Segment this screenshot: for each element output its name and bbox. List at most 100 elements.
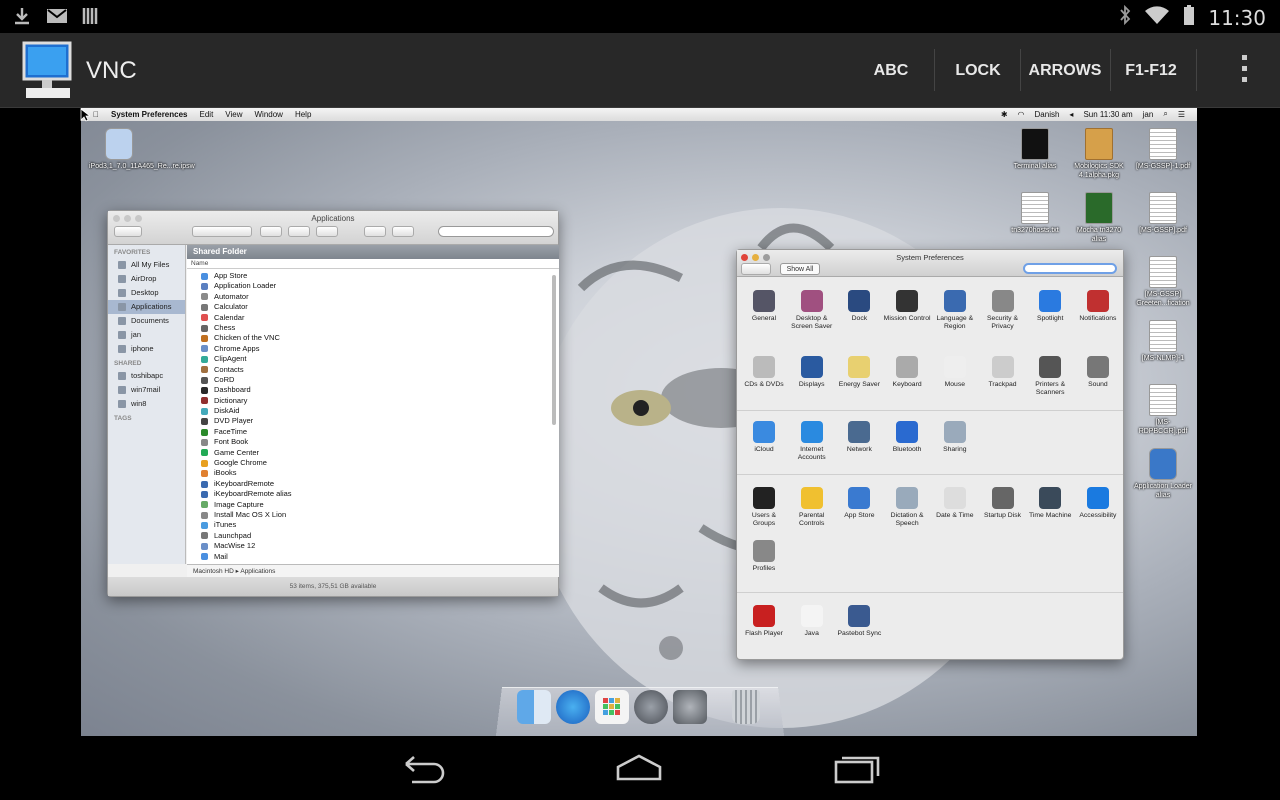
- pref-pane-row5-0[interactable]: Profiles: [740, 540, 788, 573]
- sidebar-item-airdrop[interactable]: AirDrop: [108, 272, 185, 286]
- pref-pane-row3-1[interactable]: Internet Accounts: [788, 421, 836, 462]
- view-mode-buttons[interactable]: [192, 226, 252, 237]
- tags-button[interactable]: [316, 226, 338, 237]
- pref-pane-row6-0[interactable]: Flash Player: [740, 605, 788, 638]
- pref-pane-row2-2[interactable]: Energy Saver: [835, 356, 883, 389]
- input-language[interactable]: Danish: [1035, 110, 1060, 119]
- desktop-icon-ms-gssp-pdf[interactable]: [MS-GSSP].pdf: [1133, 192, 1193, 235]
- sidebar-item-applications[interactable]: Applications: [108, 300, 185, 314]
- pref-pane-row4-4[interactable]: Date & Time: [931, 487, 979, 520]
- menu-window[interactable]: Window: [255, 110, 283, 119]
- file-list-item[interactable]: ClipAgent: [187, 354, 559, 364]
- desktop-icon-ms-nlmp[interactable]: [MS-NLMP]-1: [1133, 320, 1193, 363]
- desktop-icon-application-loader-alias[interactable]: Application Loader alias: [1133, 448, 1193, 500]
- menu-user[interactable]: jan: [1143, 110, 1154, 119]
- lock-button[interactable]: LOCK: [944, 33, 1012, 108]
- pref-pane-row4-7[interactable]: Accessibility: [1074, 487, 1122, 520]
- pref-pane-row4-5[interactable]: Startup Disk: [979, 487, 1027, 520]
- bluetooth-menu-icon[interactable]: ✱: [1001, 110, 1008, 119]
- sidebar-item-desktop[interactable]: Desktop: [108, 286, 185, 300]
- file-list-item[interactable]: Automator: [187, 292, 559, 302]
- system-preferences-window[interactable]: System Preferences Show All General Deskt…: [736, 249, 1124, 660]
- pref-pane-row2-7[interactable]: Sound: [1074, 356, 1122, 389]
- file-list-item[interactable]: Application Loader: [187, 281, 559, 291]
- pref-pane-row4-6[interactable]: Time Machine: [1026, 487, 1074, 520]
- pref-pane-row4-1[interactable]: Parental Controls: [788, 487, 836, 528]
- sidebar-item-toshibapc[interactable]: toshibapc: [108, 369, 185, 383]
- finder-window[interactable]: Applications FAVORITES All My Files AirD…: [107, 210, 559, 597]
- share-button[interactable]: [288, 226, 310, 237]
- file-list-item[interactable]: Image Capture: [187, 500, 559, 510]
- volume-icon[interactable]: ◂: [1069, 110, 1073, 119]
- safari-dock-icon[interactable]: [556, 690, 590, 724]
- abc-button[interactable]: ABC: [858, 33, 924, 108]
- desktop-icon-tn3270hosts[interactable]: tn3270hosts.txt: [1005, 192, 1065, 235]
- overflow-menu-icon[interactable]: [1240, 55, 1248, 87]
- notification-center-icon[interactable]: ☰: [1178, 110, 1185, 119]
- spotlight-icon[interactable]: ⌕: [1163, 109, 1167, 119]
- vertical-scrollbar[interactable]: [552, 275, 556, 425]
- pref-pane-row2-3[interactable]: Keyboard: [883, 356, 931, 389]
- menu-view[interactable]: View: [225, 110, 242, 119]
- pref-pane-row6-1[interactable]: Java: [788, 605, 836, 638]
- pref-pane-row4-0[interactable]: Users & Groups: [740, 487, 788, 528]
- file-list-item[interactable]: DVD Player: [187, 416, 559, 426]
- back-icon[interactable]: [398, 752, 448, 784]
- menu-help[interactable]: Help: [295, 110, 311, 119]
- show-all-button[interactable]: Show All: [780, 263, 820, 275]
- f1-f12-button[interactable]: F1-F12: [1116, 33, 1186, 108]
- sidebar-item-jan[interactable]: jan: [108, 328, 185, 342]
- desktop-icon-mobilogics-sdk[interactable]: Mobilogics SDK 4.1alpha.pkg: [1069, 128, 1129, 180]
- trash-dock-icon[interactable]: [732, 690, 760, 724]
- launchpad-rocket-dock-icon[interactable]: [634, 690, 668, 724]
- file-list-item[interactable]: MacWise 12: [187, 541, 559, 551]
- sidebar-item-win8[interactable]: win8: [108, 397, 185, 411]
- file-list-item[interactable]: CoRD: [187, 375, 559, 385]
- menu-clock[interactable]: Sun 11:30 am: [1083, 110, 1132, 119]
- file-list-item[interactable]: iBooks: [187, 468, 559, 478]
- finder-dock-icon[interactable]: [517, 690, 551, 724]
- file-list-item[interactable]: iKeyboardRemote: [187, 479, 559, 489]
- menu-app-name[interactable]: System Preferences: [111, 110, 188, 119]
- sysprefs-titlebar[interactable]: System Preferences Show All: [737, 250, 1123, 277]
- pref-pane-row2-1[interactable]: Displays: [788, 356, 836, 389]
- file-list-item[interactable]: App Store: [187, 271, 559, 281]
- arrows-button[interactable]: ARROWS: [1026, 33, 1104, 108]
- finder-titlebar[interactable]: Applications: [108, 211, 558, 245]
- pref-pane-row6-2[interactable]: Pastebot Sync: [835, 605, 883, 638]
- file-list-item[interactable]: Install Mac OS X Lion: [187, 510, 559, 520]
- pref-pane-row4-2[interactable]: App Store: [835, 487, 883, 520]
- pref-pane-row4-3[interactable]: Dictation & Speech: [883, 487, 931, 528]
- sidebar-item-documents[interactable]: Documents: [108, 314, 185, 328]
- desktop-icon-ms-gssp-1-pdf[interactable]: [MS-GSSP]-1.pdf: [1133, 128, 1193, 171]
- desktop-icon-ms-rdpbcgr[interactable]: [MS-RDPBCGR].pdf: [1133, 384, 1193, 436]
- home-icon[interactable]: [614, 752, 664, 784]
- pref-pane-row3-3[interactable]: Bluetooth: [883, 421, 931, 454]
- pref-pane-row2-6[interactable]: Printers & Scanners: [1026, 356, 1074, 397]
- pref-pane-row1-7[interactable]: Notifications: [1074, 290, 1122, 323]
- pref-pane-row1-5[interactable]: Security & Privacy: [979, 290, 1027, 331]
- file-list-item[interactable]: FaceTime: [187, 427, 559, 437]
- file-list-item[interactable]: Launchpad: [187, 531, 559, 541]
- pref-pane-row1-0[interactable]: General: [740, 290, 788, 323]
- path-bar[interactable]: Macintosh HD ▸ Applications: [187, 564, 559, 577]
- recent-apps-icon[interactable]: [832, 752, 882, 784]
- pref-pane-row1-2[interactable]: Dock: [835, 290, 883, 323]
- file-list-item[interactable]: Chrome Apps: [187, 344, 559, 354]
- file-list-item[interactable]: Game Center: [187, 448, 559, 458]
- file-list-item[interactable]: Calculator: [187, 302, 559, 312]
- pref-pane-row1-1[interactable]: Desktop & Screen Saver: [788, 290, 836, 331]
- pref-pane-row3-0[interactable]: iCloud: [740, 421, 788, 454]
- action-gear-button[interactable]: [392, 226, 414, 237]
- menu-edit[interactable]: Edit: [200, 110, 214, 119]
- system-preferences-dock-icon[interactable]: [673, 690, 707, 724]
- file-list-item[interactable]: Contacts: [187, 365, 559, 375]
- file-list-item[interactable]: Google Chrome: [187, 458, 559, 468]
- file-list-item[interactable]: Mail: [187, 552, 559, 562]
- sidebar-item-iphone[interactable]: iphone: [108, 342, 185, 356]
- back-forward-buttons[interactable]: [741, 263, 771, 275]
- name-column-header[interactable]: Name: [187, 259, 559, 269]
- sidebar-item-win7mail[interactable]: win7mail: [108, 383, 185, 397]
- pref-pane-row2-4[interactable]: Mouse: [931, 356, 979, 389]
- desktop-icon-terminal-alias[interactable]: Terminal alias: [1005, 128, 1065, 171]
